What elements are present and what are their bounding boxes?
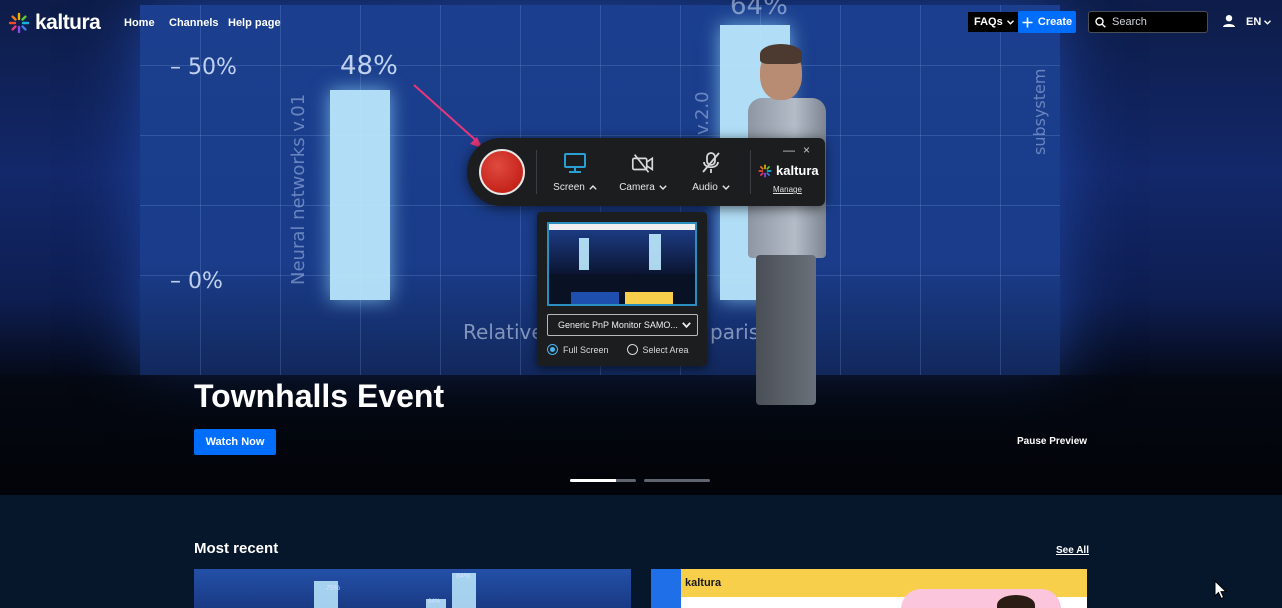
recorder-toolbar: Screen Camera Audio — × kaltura Manage bbox=[467, 138, 825, 206]
chevron-down-icon bbox=[682, 322, 691, 328]
recorder-brand: kaltura bbox=[758, 163, 819, 178]
screen-source-panel: Generic PnP Monitor SAMO... Full Screen … bbox=[537, 212, 707, 366]
top-navigation: kaltura Home Channels Help page FAQs Cre… bbox=[0, 0, 1282, 44]
kaltura-logo-icon bbox=[8, 12, 30, 34]
faqs-dropdown[interactable]: FAQs bbox=[968, 12, 1020, 32]
stage-label-50: – 50% bbox=[170, 55, 237, 80]
presenter-figure bbox=[730, 40, 840, 420]
record-button[interactable] bbox=[479, 149, 525, 195]
close-icon[interactable]: × bbox=[803, 143, 810, 157]
camera-off-icon bbox=[631, 154, 654, 173]
stage-vert-subsystem: subsystem bbox=[1030, 68, 1049, 155]
select-area-label: Select Area bbox=[642, 344, 689, 355]
recorder-window-controls: — × bbox=[783, 143, 810, 157]
card1-label-64: 64% bbox=[428, 599, 441, 605]
chevron-down-icon bbox=[722, 185, 730, 190]
hero-title: Townhalls Event bbox=[194, 378, 445, 414]
logo-text: kaltura bbox=[35, 11, 101, 34]
carousel-indicators bbox=[570, 479, 710, 482]
chevron-down-icon bbox=[1264, 19, 1272, 25]
stage-label-0: – 0% bbox=[170, 269, 223, 294]
screen-preview-thumbnail[interactable] bbox=[547, 222, 697, 306]
audio-label: Audio bbox=[692, 182, 718, 193]
card1-label-75: 75% bbox=[326, 585, 341, 592]
nav-link-help-page[interactable]: Help page bbox=[228, 17, 281, 29]
stage-vert-neural: Neural networks v.01 bbox=[288, 93, 309, 285]
carousel-dot-1-progress bbox=[570, 479, 617, 482]
recorder-brand-text: kaltura bbox=[776, 163, 819, 178]
kaltura-logo[interactable]: kaltura bbox=[8, 11, 101, 35]
audio-source-toggle[interactable]: Audio bbox=[687, 150, 735, 193]
stage-bar-48 bbox=[330, 90, 390, 300]
microphone-off-icon bbox=[702, 152, 720, 173]
recent-card-2[interactable]: kaltura bbox=[651, 569, 1087, 608]
kaltura-logo-icon bbox=[758, 163, 772, 178]
camera-source-toggle[interactable]: Camera bbox=[617, 150, 669, 193]
recent-card-1[interactable]: 75% 84% 64% bbox=[194, 569, 631, 608]
hero-floor-shadow bbox=[0, 375, 1282, 495]
faqs-label: FAQs bbox=[974, 16, 1003, 28]
annotation-arrow-icon bbox=[413, 84, 482, 148]
most-recent-heading: Most recent bbox=[194, 540, 279, 557]
monitor-icon bbox=[564, 153, 586, 173]
stage-label-48: 48% bbox=[340, 51, 398, 81]
search-icon bbox=[1095, 16, 1106, 28]
carousel-dot-2[interactable] bbox=[644, 479, 710, 482]
carousel-dot-1[interactable] bbox=[570, 479, 636, 482]
create-label: Create bbox=[1037, 16, 1073, 28]
full-screen-label: Full Screen bbox=[563, 344, 609, 355]
user-icon[interactable] bbox=[1222, 14, 1236, 28]
minimize-icon[interactable]: — bbox=[783, 143, 795, 157]
card2-brand-text: kaltura bbox=[685, 577, 722, 589]
mouse-cursor-icon bbox=[1214, 580, 1228, 600]
language-selector[interactable]: EN bbox=[1246, 16, 1272, 28]
create-button[interactable]: Create bbox=[1018, 11, 1076, 33]
search-box[interactable] bbox=[1088, 11, 1208, 33]
chevron-down-icon bbox=[1006, 19, 1014, 25]
monitor-select-value: Generic PnP Monitor SAMO... bbox=[558, 320, 678, 330]
stage-label-relative: Relative bbox=[463, 320, 544, 344]
app-root: – 50% 48% – 0% 64% Neural networks v.01 … bbox=[0, 0, 1282, 608]
screen-source-toggle[interactable]: Screen bbox=[551, 150, 599, 193]
chevron-down-icon bbox=[659, 185, 667, 190]
nav-link-home[interactable]: Home bbox=[124, 17, 155, 29]
capture-mode-group: Full Screen Select Area bbox=[547, 344, 689, 355]
screen-label: Screen bbox=[553, 182, 585, 193]
card1-label-84: 84% bbox=[456, 573, 471, 580]
camera-label: Camera bbox=[619, 182, 655, 193]
search-input[interactable] bbox=[1112, 16, 1202, 28]
stage-vert-v20: v.2.0 bbox=[692, 91, 713, 135]
plus-icon bbox=[1022, 17, 1033, 27]
radio-selected-icon bbox=[547, 344, 558, 355]
manage-link[interactable]: Manage bbox=[773, 185, 802, 194]
see-all-link[interactable]: See All bbox=[1056, 545, 1089, 556]
chevron-up-icon bbox=[589, 185, 597, 190]
select-area-radio[interactable]: Select Area bbox=[626, 344, 689, 355]
language-label: EN bbox=[1246, 16, 1262, 28]
monitor-select[interactable]: Generic PnP Monitor SAMO... bbox=[547, 314, 698, 336]
full-screen-radio[interactable]: Full Screen bbox=[547, 344, 609, 355]
radio-unselected-icon bbox=[626, 344, 638, 355]
watch-now-button[interactable]: Watch Now bbox=[194, 429, 276, 455]
pause-preview-button[interactable]: Pause Preview bbox=[1017, 436, 1087, 447]
nav-link-channels[interactable]: Channels bbox=[169, 17, 219, 29]
